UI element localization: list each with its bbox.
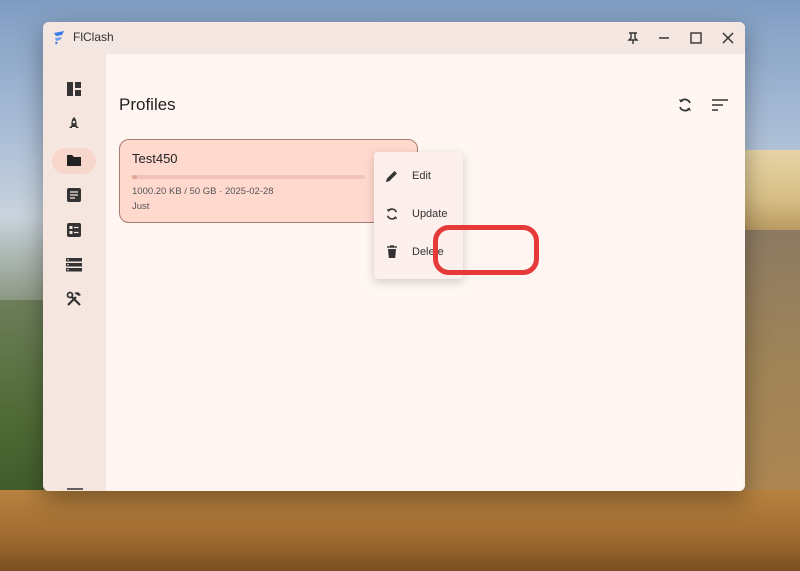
- sync-all-icon[interactable]: [674, 94, 696, 116]
- profile-updated: Just: [132, 201, 150, 212]
- connections-icon: [67, 222, 81, 241]
- hamburger-icon[interactable]: [65, 484, 85, 491]
- trash-icon: [384, 244, 400, 260]
- menu-item-update-label: Update: [412, 208, 448, 220]
- requests-icon: [67, 187, 81, 206]
- sidebar-item-connections[interactable]: [52, 218, 96, 244]
- sidebar-item-dashboard[interactable]: [52, 78, 96, 104]
- sidebar-item-profiles[interactable]: [52, 148, 96, 174]
- usage-progress-fill: [132, 175, 137, 179]
- pencil-icon: [384, 168, 400, 184]
- tools-icon: [66, 291, 82, 311]
- main-content: Profiles Test450 1000.20 KB / 50 GB · 20…: [106, 54, 745, 491]
- title-bar[interactable]: FlClash: [43, 22, 745, 54]
- sidebar-item-logs[interactable]: [52, 253, 96, 279]
- sort-icon[interactable]: [709, 94, 731, 116]
- usage-progress-bar: [132, 175, 365, 179]
- folder-icon: [66, 152, 82, 171]
- rocket-icon: [66, 116, 82, 136]
- pin-icon[interactable]: [623, 28, 643, 48]
- close-icon[interactable]: [718, 28, 738, 48]
- sidebar: [43, 54, 106, 491]
- app-window: FlClash Profiles Test450 1000.20 KB / 50…: [43, 22, 745, 491]
- window-title: FlClash: [73, 30, 114, 44]
- sidebar-item-requests[interactable]: [52, 183, 96, 209]
- update-highlight-annotation: [433, 225, 539, 275]
- sidebar-item-proxies[interactable]: [52, 113, 96, 139]
- flclash-logo-icon: [51, 30, 67, 46]
- sidebar-item-tools[interactable]: [52, 288, 96, 314]
- logs-icon: [66, 257, 82, 276]
- menu-item-edit[interactable]: Edit: [374, 157, 463, 195]
- minimize-icon[interactable]: [654, 28, 674, 48]
- desktop-foliage: [0, 300, 44, 500]
- profile-usage: 1000.20 KB / 50 GB · 2025-02-28: [132, 186, 274, 197]
- desktop-rock: [0, 490, 800, 571]
- profile-name: Test450: [132, 151, 178, 166]
- page-title: Profiles: [119, 95, 176, 114]
- sync-icon: [384, 206, 400, 222]
- desktop-town: [742, 150, 800, 230]
- dashboard-icon: [66, 81, 82, 101]
- maximize-icon[interactable]: [686, 28, 706, 48]
- menu-item-edit-label: Edit: [412, 170, 431, 182]
